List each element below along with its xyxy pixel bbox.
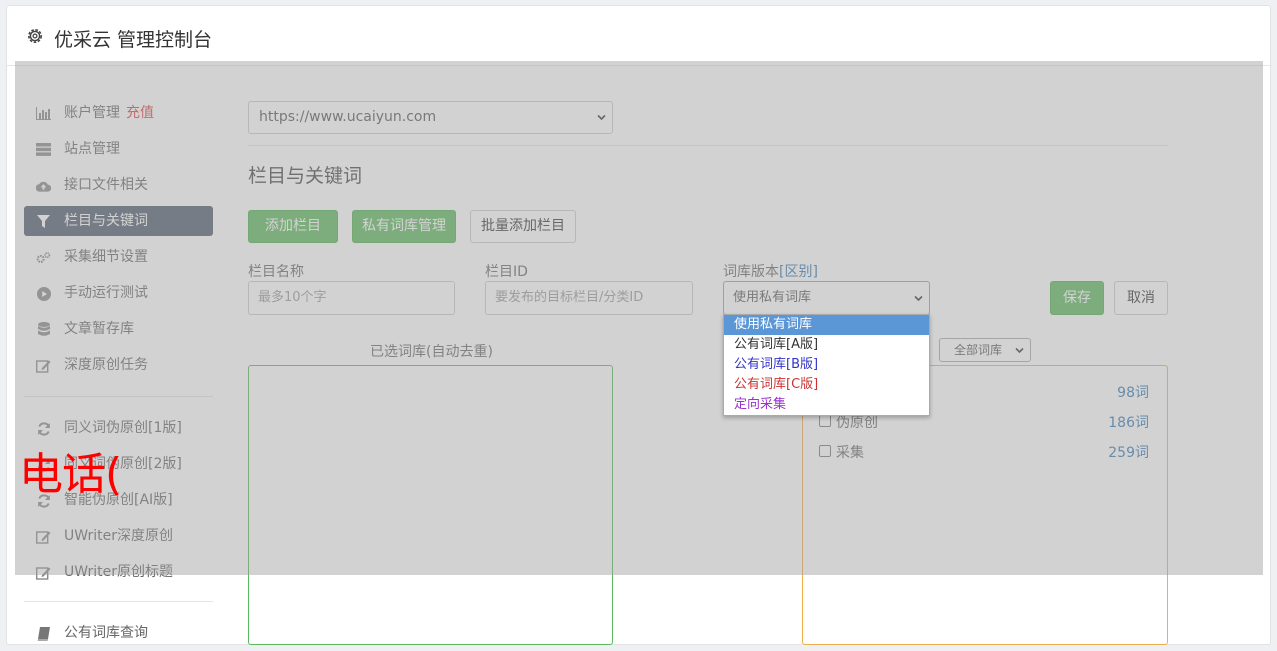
sidebar-item-label: 同义词伪原创[1版] — [64, 420, 182, 436]
column-name-input[interactable]: 最多10个字 — [248, 281, 455, 315]
lexicon-version-dropdown: 使用私有词库 公有词库[A版] 公有词库[B版] 公有词库[C版] 定向采集 — [723, 314, 930, 416]
section-title: 栏目与关键词 — [248, 165, 363, 187]
sidebar-item-collect-settings[interactable]: 采集细节设置 — [24, 239, 213, 275]
dropdown-option-public-c[interactable]: 公有词库[C版] — [724, 375, 929, 395]
bar-chart-icon — [36, 106, 51, 121]
app-title: 优采云 管理控制台 — [54, 29, 213, 51]
sidebar-item-label: 采集细节设置 — [64, 249, 148, 265]
sidebar-item-manual-run[interactable]: 手动运行测试 — [24, 275, 213, 311]
sidebar-divider — [24, 601, 213, 602]
sidebar-item-label: UWriter深度原创 — [64, 528, 173, 544]
chevron-down-icon — [597, 114, 606, 121]
cloud-upload-icon — [36, 178, 51, 193]
edit-icon — [36, 565, 51, 580]
sidebar-item-uwriter-deep[interactable]: UWriter深度原创 — [24, 518, 213, 554]
cogs-icon — [36, 250, 51, 265]
sidebar-item-columns-keywords[interactable]: 栏目与关键词 — [24, 206, 213, 236]
site-select-value: https://www.ucaiyun.com — [259, 109, 437, 125]
watermark-text: 电话( — [19, 449, 122, 500]
sidebar-item-uwriter-title[interactable]: UWriter原创标题 — [24, 554, 213, 590]
lexicon-count: 98词 — [1117, 385, 1149, 401]
sidebar-item-label: 账户管理 — [64, 105, 120, 121]
site-select[interactable]: https://www.ucaiyun.com — [248, 101, 613, 134]
sidebar-item-sites[interactable]: 站点管理 — [24, 131, 213, 167]
lexicon-checkbox[interactable] — [819, 415, 831, 427]
dropdown-option-private[interactable]: 使用私有词库 — [724, 315, 929, 335]
selected-lexicon-box[interactable] — [248, 365, 613, 645]
sidebar-item-interface-files[interactable]: 接口文件相关 — [24, 167, 213, 203]
play-circle-icon — [36, 286, 51, 301]
server-icon — [36, 142, 51, 157]
edit-icon — [36, 358, 51, 373]
lexicon-version-label: 词库版本[区别] — [723, 261, 818, 281]
recharge-link[interactable]: 充值 — [126, 105, 154, 121]
sidebar-item-account[interactable]: 账户管理 充值 — [24, 95, 213, 131]
dropdown-option-targeted[interactable]: 定向采集 — [724, 395, 929, 415]
sidebar-item-label: 站点管理 — [64, 141, 120, 157]
sidebar-item-article-storage[interactable]: 文章暂存库 — [24, 311, 213, 347]
chevron-down-icon — [1015, 347, 1024, 354]
private-lexicon-button[interactable]: 私有词库管理 — [352, 210, 456, 243]
sidebar-item-label: 接口文件相关 — [64, 177, 148, 193]
database-icon — [36, 322, 51, 337]
add-column-button[interactable]: 添加栏目 + — [248, 210, 338, 265]
filter-icon — [36, 214, 51, 229]
refresh-icon — [36, 421, 51, 436]
chevron-down-icon — [914, 295, 923, 302]
difference-link[interactable]: [区别] — [779, 264, 818, 280]
book-icon — [36, 626, 51, 641]
edit-icon — [36, 529, 51, 544]
lexicon-version-text: 词库版本 — [723, 264, 779, 280]
lexicon-name: 采集 — [836, 445, 864, 461]
sidebar-item-public-lexicon[interactable]: 公有词库查询 — [24, 615, 213, 651]
lexicon-item[interactable]: 采集 259词 — [819, 442, 1149, 462]
lexicon-filter-value: 全部词库 — [954, 343, 1003, 357]
sidebar-item-label: 公有词库查询 — [64, 625, 148, 641]
dropdown-option-public-a[interactable]: 公有词库[A版] — [724, 335, 929, 355]
column-id-input[interactable]: 要发布的目标栏目/分类ID — [485, 281, 693, 315]
sidebar-item-deep-original[interactable]: 深度原创任务 — [24, 347, 213, 383]
sidebar-item-label: UWriter原创标题 — [64, 564, 173, 580]
lexicon-version-select[interactable]: 使用私有词库 — [723, 281, 930, 315]
gear-icon — [28, 29, 42, 43]
lexicon-checkbox[interactable] — [819, 445, 831, 457]
lexicon-count: 259词 — [1108, 445, 1149, 461]
lexicon-version-value: 使用私有词库 — [733, 290, 812, 305]
save-button[interactable]: 保存 — [1050, 281, 1104, 315]
sidebar-item-label: 文章暂存库 — [64, 321, 134, 337]
sidebar-item-label: 深度原创任务 — [64, 357, 148, 373]
sidebar: 账户管理充值 站点管理 接口文件相关 栏目与关键词 采集细节设置 手动运行测试 — [24, 95, 213, 651]
lexicon-filter-select[interactable]: 全部词库 — [939, 338, 1031, 362]
column-id-label: 栏目ID — [485, 264, 528, 280]
sidebar-item-label: 手动运行测试 — [64, 285, 148, 301]
lexicon-count: 186词 — [1108, 415, 1149, 431]
selected-lexicon-title: 已选词库(自动去重) — [370, 344, 493, 360]
top-bar: 优采云 管理控制台 — [7, 6, 1272, 66]
divider — [248, 145, 1168, 146]
dropdown-option-public-b[interactable]: 公有词库[B版] — [724, 355, 929, 375]
batch-add-button[interactable]: 批量添加栏目 — [470, 210, 576, 243]
sidebar-divider — [24, 396, 213, 397]
sidebar-item-label: 栏目与关键词 — [64, 213, 148, 229]
column-name-label: 栏目名称 — [248, 264, 304, 280]
cancel-button[interactable]: 取消 — [1114, 281, 1168, 315]
